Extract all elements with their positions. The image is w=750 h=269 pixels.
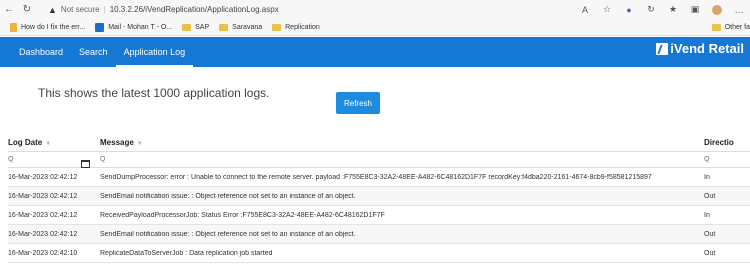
folder-icon [182, 23, 192, 31]
ivend-logo: iVend Retail [656, 41, 744, 56]
bookmark-label: How do I fix the err... [21, 23, 86, 31]
filter-icon[interactable]: ▼ [45, 141, 51, 147]
outlook-icon [95, 22, 105, 32]
browser-address-bar: ← ↻ ▲ Not secure | 10.3.2.26/iVendReplic… [0, 0, 750, 19]
log-date-cell: 16-Mar-2023 02:42:10 [8, 249, 78, 257]
column-header-direction[interactable]: Directio [704, 138, 750, 147]
refresh-button[interactable]: Refresh [336, 92, 380, 114]
tab-dashboard[interactable]: Dashboard [0, 37, 71, 67]
direction-cell: Out [704, 192, 716, 200]
bookmarks-bar: How do I fix the err... Mail - Mohan T -… [0, 19, 750, 36]
message-cell: ReplicateDataToServerJob : Data replicat… [100, 249, 273, 257]
security-label[interactable]: Not secure [61, 5, 100, 14]
table-row[interactable]: 16-Mar-2023 02:42:12 SendDumpProcessor: … [8, 168, 750, 187]
message-cell: ReceivedPayloadProcessorJob: Status Erro… [100, 211, 385, 219]
bookmark-label: SAP [195, 23, 210, 31]
address-separator: | [103, 5, 106, 14]
url-field[interactable]: 10.3.2.26/iVendReplication/ApplicationLo… [110, 5, 279, 14]
reload-icon[interactable]: ↻ [18, 4, 36, 15]
browser-actions: A ☆ ● ↻ ★ ▣ … [574, 0, 750, 19]
bookmark-item[interactable]: Saravana [219, 23, 263, 31]
logo-text: iVend Retail [670, 41, 744, 56]
bookmark-item[interactable]: Replication [272, 23, 320, 31]
column-header-message[interactable]: Message ▼ [100, 138, 698, 147]
filter-row: Q Q Q [8, 151, 750, 168]
table-row[interactable]: 16-Mar-2023 02:42:12 SendEmail notificat… [8, 187, 750, 206]
search-icon: Q [704, 156, 710, 163]
folder-icon [711, 23, 721, 31]
collections-icon[interactable]: ▣ [684, 4, 706, 15]
message-filter-input[interactable]: Q [100, 156, 698, 163]
direction-filter-input[interactable]: Q [704, 156, 750, 163]
refresh-extension-icon[interactable]: ↻ [640, 4, 662, 15]
message-cell: SendEmail notification issue: : Object r… [100, 192, 356, 200]
table-row[interactable]: 16-Mar-2023 02:42:12 SendEmail notificat… [8, 225, 750, 244]
bookmark-label: Saravana [232, 23, 263, 31]
read-aloud-icon[interactable]: A [574, 5, 596, 15]
log-date-cell: 16-Mar-2023 02:42:12 [8, 230, 78, 238]
log-date-cell: 16-Mar-2023 02:42:12 [8, 211, 78, 219]
bookmark-label: Replication [285, 23, 320, 31]
tab-search[interactable]: Search [71, 37, 116, 67]
folder-icon [272, 23, 282, 31]
search-icon: Q [100, 156, 106, 163]
grid-header: Log Date ▼ Message ▼ Directio [8, 133, 750, 151]
logo-mark-icon [656, 42, 669, 55]
date-filter-input[interactable]: Q [8, 156, 96, 168]
bookmark-item[interactable]: Mail - Mohan T - O... [95, 22, 173, 32]
log-date-cell: 16-Mar-2023 02:42:12 [8, 192, 78, 200]
intro-text: This shows the latest 1000 application l… [38, 86, 270, 100]
profile-avatar[interactable] [712, 4, 722, 15]
other-favorites[interactable]: Other fa [711, 23, 750, 31]
table-row[interactable]: 16-Mar-2023 02:42:10 ReplicateDataToServ… [8, 244, 750, 263]
filter-icon[interactable]: ▼ [137, 141, 143, 147]
warning-icon[interactable]: ▲ [48, 5, 57, 15]
bookmark-label: Mail - Mohan T - O... [108, 23, 173, 31]
bookmark-item[interactable]: SAP [182, 23, 210, 31]
page-icon [10, 22, 17, 32]
star-icon[interactable]: ☆ [596, 4, 618, 15]
more-icon[interactable]: … [728, 5, 750, 15]
favorites-icon[interactable]: ★ [662, 4, 684, 15]
search-icon: Q [8, 156, 14, 163]
back-icon[interactable]: ← [0, 4, 18, 15]
other-favorites-label: Other fa [724, 23, 750, 31]
app-navbar: Dashboard Search Application Log iVend R… [0, 37, 750, 67]
message-cell: SendDumpProcessor: error : Unable to con… [100, 173, 652, 181]
direction-cell: In [704, 173, 710, 181]
table-row[interactable]: 16-Mar-2023 02:42:12 ReceivedPayloadProc… [8, 206, 750, 225]
calendar-icon[interactable] [81, 160, 90, 168]
direction-cell: Out [704, 249, 716, 257]
direction-cell: Out [704, 230, 716, 238]
log-date-cell: 16-Mar-2023 02:42:12 [8, 173, 78, 181]
tab-application-log[interactable]: Application Log [115, 37, 194, 67]
extension-icon[interactable]: ● [618, 5, 640, 15]
message-cell: SendEmail notification issue: : Object r… [100, 230, 356, 238]
bookmark-item[interactable]: How do I fix the err... [10, 22, 86, 32]
folder-icon [219, 23, 229, 31]
direction-cell: In [704, 211, 710, 219]
column-header-log-date[interactable]: Log Date ▼ [8, 138, 96, 147]
